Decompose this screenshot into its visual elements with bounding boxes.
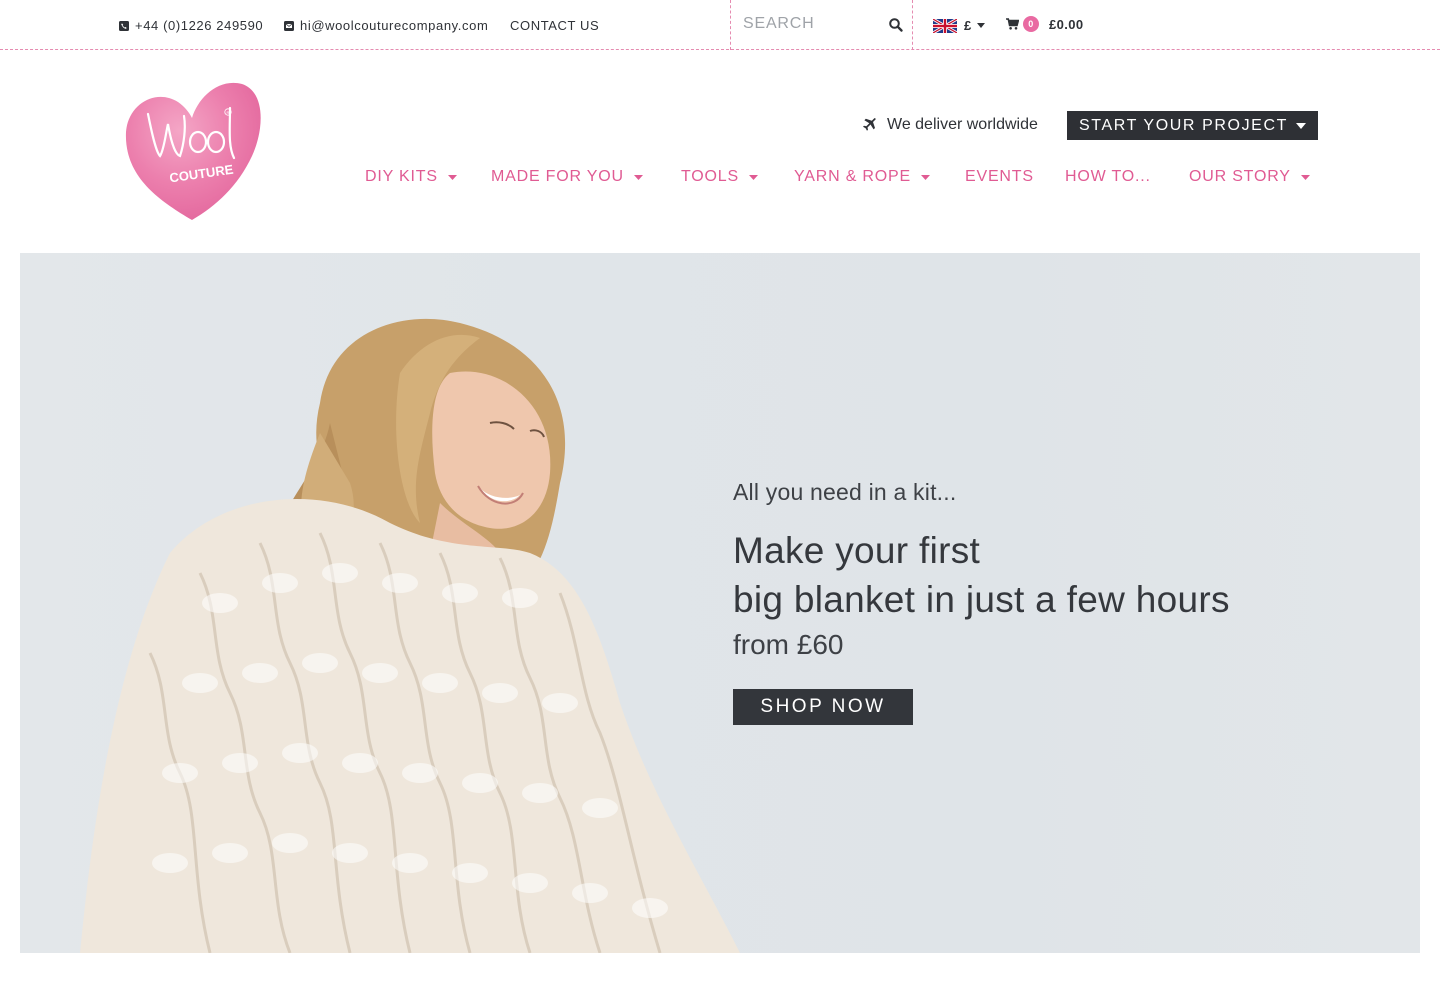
search-icon[interactable]	[888, 17, 904, 33]
hero-photo-woman-in-blanket	[80, 318, 740, 953]
shop-now-button[interactable]: SHOP NOW	[733, 689, 913, 725]
top-bar: +44 (0)1226 249590 hi@woolcouturecompany…	[0, 0, 1440, 50]
caret-down-icon	[920, 174, 930, 180]
cart-total: £0.00	[1049, 16, 1084, 32]
nav-item-our-story[interactable]: OUR STORY	[1189, 168, 1310, 186]
nav-item-made-for-you[interactable]: MADE FOR YOU	[491, 168, 643, 186]
cart-count-badge: 0	[1023, 16, 1039, 32]
hero-text: All you need in a kit... Make your first…	[733, 479, 1230, 725]
start-your-project-button[interactable]: START YOUR PROJECT	[1067, 111, 1318, 140]
search-box	[730, 0, 913, 50]
nav-label: YARN & ROPE	[794, 168, 911, 185]
nav-item-how-to[interactable]: HOW TO...	[1065, 168, 1151, 186]
cart-link[interactable]: 0 £0.00	[1006, 16, 1084, 32]
wool-couture-logo[interactable]: COUTURE R	[118, 74, 266, 224]
currency-selector[interactable]: £	[933, 18, 986, 33]
caret-down-icon	[748, 174, 758, 180]
caret-down-icon	[1300, 174, 1310, 180]
caret-down-icon	[1295, 122, 1306, 129]
phone-link[interactable]: +44 (0)1226 249590	[119, 18, 263, 33]
caret-down-icon	[977, 23, 986, 28]
nav-label: TOOLS	[681, 168, 739, 185]
cart-icon	[1006, 18, 1019, 30]
nav-label: MADE FOR YOU	[491, 168, 624, 185]
plane-icon	[863, 117, 876, 131]
uk-flag-icon	[933, 18, 957, 33]
start-your-project-label: START YOUR PROJECT	[1079, 116, 1288, 134]
currency-symbol: £	[964, 18, 972, 33]
contact-us-link[interactable]: CONTACT US	[510, 18, 599, 33]
deliver-text: We deliver worldwide	[887, 116, 1038, 133]
hero-banner[interactable]: All you need in a kit... Make your first…	[20, 253, 1420, 953]
hero-title-line-1: Make your first	[733, 530, 981, 571]
phone-icon	[119, 20, 129, 31]
nav-item-events[interactable]: EVENTS	[965, 168, 1034, 186]
phone-number: +44 (0)1226 249590	[135, 18, 264, 33]
caret-down-icon	[447, 174, 457, 180]
caret-down-icon	[633, 174, 643, 180]
email-address: hi@woolcouturecompany.com	[300, 18, 489, 33]
hero-price: from £60	[733, 629, 844, 660]
nav-label: OUR STORY	[1189, 168, 1291, 185]
nav-label: HOW TO...	[1065, 168, 1151, 185]
deliver-worldwide: We deliver worldwide	[862, 116, 1038, 134]
nav-item-diy-kits[interactable]: DIY KITS	[365, 168, 457, 186]
hero-eyebrow: All you need in a kit...	[733, 479, 957, 505]
nav-label: EVENTS	[965, 168, 1034, 185]
email-link[interactable]: hi@woolcouturecompany.com	[284, 18, 488, 33]
search-input[interactable]	[743, 12, 883, 36]
hero-title: Make your first big blanket in just a fe…	[733, 526, 1230, 624]
hero-title-line-2: big blanket in just a few hours	[733, 579, 1230, 620]
nav-item-tools[interactable]: TOOLS	[681, 168, 758, 186]
envelope-icon	[284, 20, 294, 31]
nav-item-yarn-rope[interactable]: YARN & ROPE	[794, 168, 930, 186]
svg-text:R: R	[227, 110, 230, 115]
nav-label: DIY KITS	[365, 168, 438, 185]
